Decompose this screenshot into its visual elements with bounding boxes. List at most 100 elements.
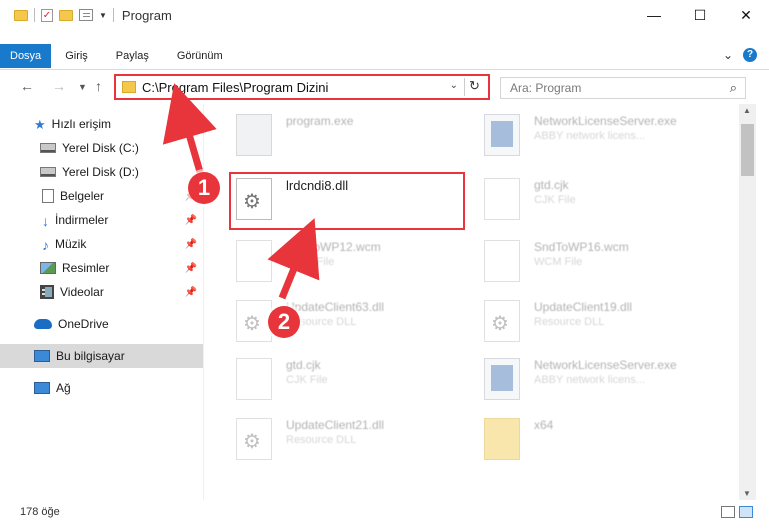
sidebar-item-label: Hızlı erişim: [51, 117, 111, 131]
address-history-chevron-icon[interactable]: ⌄: [450, 80, 458, 91]
folder-icon: [484, 418, 520, 460]
sidebar-item-label: Yerel Disk (D:): [62, 165, 139, 179]
help-icon[interactable]: ?: [743, 48, 757, 62]
file-name: UpdateClient19.dll: [534, 300, 633, 314]
pin-icon[interactable]: 📌: [185, 263, 197, 274]
folder-icon: [122, 81, 136, 93]
star-icon: ★: [34, 117, 46, 132]
expand-ribbon-chevron-icon[interactable]: ⌄: [723, 48, 733, 62]
executable-icon: [484, 358, 520, 400]
sidebar-item-onedrive[interactable]: OneDrive: [0, 312, 203, 336]
sidebar-item-label: Resimler: [62, 261, 110, 275]
tab-home[interactable]: Giriş: [51, 44, 102, 68]
sidebar-item-local-disk-d[interactable]: Yerel Disk (D:): [0, 160, 203, 184]
sidebar-item-label: Bu bilgisayar: [56, 349, 125, 363]
properties-check-icon[interactable]: ✓: [41, 8, 53, 22]
sidebar-item-label: OneDrive: [58, 317, 109, 331]
application-icon: [236, 114, 272, 156]
address-bar[interactable]: C:\Program Files\Program Dizini ⌄ ↻: [114, 74, 490, 100]
file-icon: [484, 178, 520, 220]
file-type: CJK File: [534, 194, 576, 206]
search-icon[interactable]: ⌕: [730, 80, 737, 96]
file-name: gtd.cjk: [534, 178, 569, 192]
file-name: UpdateClient21.dll: [286, 418, 385, 432]
large-icons-view-icon[interactable]: [739, 506, 753, 518]
drive-icon: [40, 167, 56, 177]
file-name: NetworkLicenseServer.exe: [534, 358, 677, 372]
sidebar-item-documents[interactable]: Belgeler 📌: [0, 184, 203, 208]
scroll-down-arrow-icon[interactable]: ▼: [743, 489, 751, 498]
list-item[interactable]: NetworkLicenseServer.exe ABBY network li…: [468, 350, 708, 406]
file-type: ABBY network licens...: [534, 374, 646, 386]
step-1-badge: 1: [188, 172, 220, 204]
list-item-target-dll[interactable]: lrdcndi8.dll: [220, 170, 460, 226]
file-type: CJK File: [286, 374, 328, 386]
sidebar-item-label: İndirmeler: [55, 213, 109, 227]
list-item[interactable]: gtd.cjk CJK File: [468, 170, 708, 226]
list-item[interactable]: program.exe: [220, 106, 460, 162]
sidebar-item-music[interactable]: ♪ Müzik 📌: [0, 232, 203, 256]
file-type: WCM File: [286, 256, 335, 268]
customize-toolbar-chevron-icon[interactable]: ▼: [99, 11, 107, 20]
list-item[interactable]: SndToWP12.wcm WCM File: [220, 232, 460, 288]
file-list: program.exe NetworkLicenseServer.exe ABB…: [210, 104, 738, 500]
sidebar-item-downloads[interactable]: ↓ İndirmeler 📌: [0, 208, 203, 232]
folder-icon[interactable]: [14, 9, 28, 21]
ribbon: Dosya Giriş Paylaş Görünüm ⌄ ?: [0, 44, 769, 70]
properties-icon[interactable]: [79, 9, 93, 21]
list-item[interactable]: gtd.cjk CJK File: [220, 350, 460, 406]
search-input[interactable]: Ara: Program ⌕: [500, 77, 746, 99]
vertical-scrollbar[interactable]: ▲ ▼: [739, 104, 756, 500]
address-path[interactable]: C:\Program Files\Program Dizini: [142, 80, 328, 95]
tab-share[interactable]: Paylaş: [102, 44, 163, 68]
list-item[interactable]: x64: [468, 410, 708, 466]
status-bar: 178 öğe: [0, 500, 769, 532]
file-icon: [236, 240, 272, 282]
list-item[interactable]: UpdateClient21.dll Resource DLL: [220, 410, 460, 466]
executable-icon: [484, 114, 520, 156]
tab-view[interactable]: Görünüm: [163, 44, 237, 68]
documents-icon: [42, 189, 54, 203]
back-arrow-icon[interactable]: ←: [20, 78, 34, 94]
recent-locations-chevron-icon[interactable]: ▼: [78, 82, 87, 92]
sidebar-item-videos[interactable]: Videolar 📌: [0, 280, 203, 304]
sidebar-item-this-pc[interactable]: Bu bilgisayar: [0, 344, 203, 368]
file-name: NetworkLicenseServer.exe: [534, 114, 677, 128]
list-item[interactable]: SndToWP16.wcm WCM File: [468, 232, 708, 288]
pin-icon[interactable]: 📌: [185, 287, 197, 298]
computer-icon: [34, 350, 50, 362]
close-button[interactable]: ✕: [723, 0, 769, 30]
pin-icon[interactable]: 📌: [185, 215, 197, 226]
file-name: program.exe: [286, 114, 354, 128]
forward-arrow-icon[interactable]: →: [52, 78, 66, 94]
file-type: Resource DLL: [534, 316, 605, 328]
up-arrow-icon[interactable]: ↑: [95, 78, 102, 94]
cloud-icon: [34, 319, 52, 329]
item-count: 178 öğe: [20, 506, 60, 518]
navigation-bar: ← → ▼ ↑ C:\Program Files\Program Dizini …: [0, 74, 769, 102]
search-placeholder: Ara: Program: [510, 81, 582, 95]
maximize-button[interactable]: ☐: [677, 0, 723, 30]
scroll-up-arrow-icon[interactable]: ▲: [743, 106, 751, 115]
pictures-icon: [40, 262, 56, 274]
file-type: Resource DLL: [286, 434, 357, 446]
new-folder-icon[interactable]: [59, 9, 73, 21]
scroll-thumb[interactable]: [741, 124, 754, 176]
list-item[interactable]: NetworkLicenseServer.exe ABBY network li…: [468, 106, 708, 162]
pane-divider[interactable]: [203, 104, 204, 500]
pin-icon[interactable]: 📌: [185, 239, 197, 250]
refresh-icon[interactable]: ↻: [464, 78, 484, 96]
list-item[interactable]: UpdateClient63.dll Resource DLL: [220, 292, 460, 348]
sidebar-item-quick-access[interactable]: ★ Hızlı erişim: [0, 112, 203, 136]
separator: [112, 8, 114, 22]
tab-file[interactable]: Dosya: [0, 44, 52, 68]
sidebar-item-network[interactable]: Ağ: [0, 376, 203, 400]
file-name: gtd.cjk: [286, 358, 321, 372]
sidebar-item-pictures[interactable]: Resimler 📌: [0, 256, 203, 280]
minimize-button[interactable]: —: [631, 0, 677, 30]
sidebar-item-label: Belgeler: [60, 189, 105, 203]
window-title: Program: [121, 7, 172, 23]
sidebar-item-local-disk-c[interactable]: Yerel Disk (C:): [0, 136, 203, 160]
list-item[interactable]: UpdateClient19.dll Resource DLL: [468, 292, 708, 348]
details-view-icon[interactable]: [721, 506, 735, 518]
